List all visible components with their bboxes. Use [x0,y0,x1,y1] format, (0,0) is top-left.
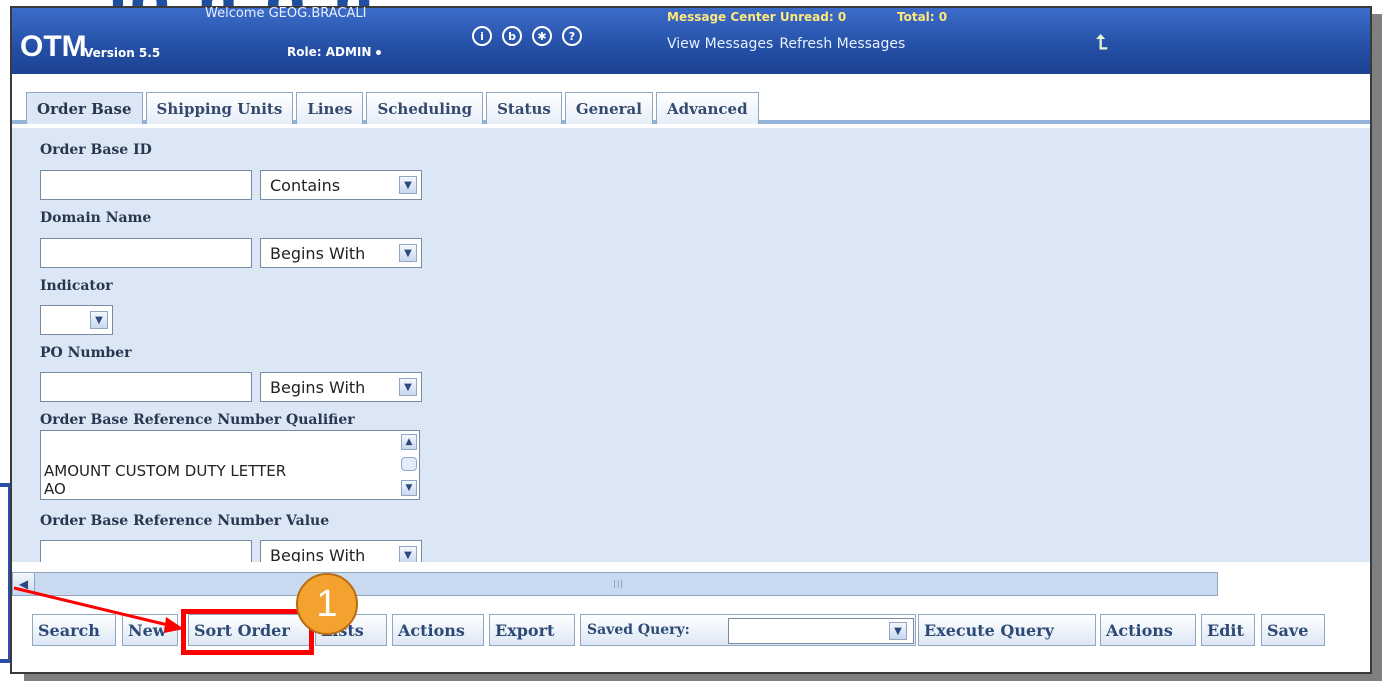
order-base-id-operator-select[interactable]: Contains ▼ [260,170,422,200]
tab-scheduling[interactable]: Scheduling [366,92,484,124]
operator-value: Begins With [270,243,366,263]
bookmark-icon[interactable]: b [502,26,522,46]
app-logo: OTM [20,30,87,63]
order-base-id-input[interactable] [40,170,252,200]
tab-list: Order Base Shipping Units Lines Scheduli… [26,92,759,124]
header-icon-group: i b ✱ ? [472,26,582,46]
chevron-down-icon: ▼ [399,546,417,562]
tab-shipping-units[interactable]: Shipping Units [145,92,294,124]
new-button[interactable]: New [122,614,178,646]
sort-order-button[interactable]: Sort Order [188,614,312,646]
message-links: View Messages Refresh Messages [667,36,905,52]
scroll-down-icon[interactable]: ▼ [401,480,417,496]
po-number-input[interactable] [40,372,252,402]
list-item[interactable]: AO [44,480,66,498]
order-base-id-label: Order Base ID [40,142,152,158]
app-header: OTM Version 5.5 Welcome GEOG.BRACALI Rol… [12,6,1370,74]
export-button[interactable]: Export [489,614,575,646]
chevron-down-icon: ▼ [90,311,108,329]
tab-general[interactable]: General [564,92,653,124]
app-window: OTM Version 5.5 Welcome GEOG.BRACALI Rol… [10,6,1372,674]
welcome-text: Welcome GEOG.BRACALI [205,6,367,21]
search-form-panel: Order Base ID Contains ▼ Domain Name Beg… [12,128,1370,562]
ref-value-input[interactable] [40,540,252,562]
preferences-icon[interactable]: ✱ [532,26,552,46]
chevron-down-icon: ▼ [399,176,417,194]
actions-secondary-button[interactable]: Actions [1100,614,1196,646]
view-messages-link[interactable]: View Messages [667,36,773,52]
domain-name-label: Domain Name [40,210,152,226]
ref-value-operator-select[interactable]: Begins With ▼ [260,540,422,562]
edit-button[interactable]: Edit [1201,614,1255,646]
chevron-down-icon: ▼ [399,244,417,262]
tab-order-base[interactable]: Order Base [26,92,143,124]
horizontal-scrollbar[interactable]: ◀ ||| [12,572,1218,596]
execute-query-button[interactable]: Execute Query [918,614,1096,646]
scroll-grip-icon: ||| [613,579,625,588]
operator-value: Begins With [270,545,366,563]
tab-status[interactable]: Status [486,92,562,124]
po-number-label: PO Number [40,345,132,361]
role-text: Role: ADMIN [287,45,372,59]
saved-query-label: Saved Query: [587,622,690,638]
bottom-toolbar: Search New Sort Order Lists Actions Expo… [12,604,1370,656]
actions-button[interactable]: Actions [392,614,484,646]
scroll-thumb[interactable] [401,457,417,471]
chevron-down-icon: ▼ [889,622,907,640]
help-icon[interactable]: ? [562,26,582,46]
save-button[interactable]: Save [1261,614,1325,646]
tab-bar: Order Base Shipping Units Lines Scheduli… [12,74,1370,124]
ref-qualifier-label: Order Base Reference Number Qualifier [40,412,355,428]
tab-lines[interactable]: Lines [296,92,364,124]
ref-value-label: Order Base Reference Number Value [40,513,330,529]
logout-arrow-icon[interactable]: ⮤ [1096,30,1108,54]
role-label: Role: ADMIN [287,45,382,59]
refresh-messages-link[interactable]: Refresh Messages [779,36,905,52]
saved-query-group: Saved Query: ▼ [580,614,916,646]
operator-value: Contains [270,175,341,195]
tab-advanced[interactable]: Advanced [655,92,759,124]
operator-value: Begins With [270,377,366,397]
listbox-scrollbar[interactable]: ▲ ▼ [401,434,417,496]
indicator-label: Indicator [40,278,113,294]
message-total: Total: 0 [897,10,948,24]
version-label: Version 5.5 [84,46,161,60]
search-button[interactable]: Search [32,614,116,646]
info-icon[interactable]: i [472,26,492,46]
domain-name-input[interactable] [40,238,252,268]
list-item[interactable]: AMOUNT CUSTOM DUTY LETTER [44,462,286,480]
ref-qualifier-listbox[interactable]: AMOUNT CUSTOM DUTY LETTER AO ▲ ▼ [40,430,420,500]
message-center-status: Message Center Unread: 0 [667,10,847,24]
role-dot-icon [376,50,382,55]
po-number-operator-select[interactable]: Begins With ▼ [260,372,422,402]
indicator-select[interactable]: ▼ [40,305,113,335]
saved-query-select[interactable]: ▼ [728,618,914,644]
scroll-up-icon[interactable]: ▲ [401,434,417,450]
step-number-badge: 1 [296,573,358,635]
domain-name-operator-select[interactable]: Begins With ▼ [260,238,422,268]
chevron-down-icon: ▼ [399,378,417,396]
scroll-left-icon[interactable]: ◀ [13,573,35,595]
